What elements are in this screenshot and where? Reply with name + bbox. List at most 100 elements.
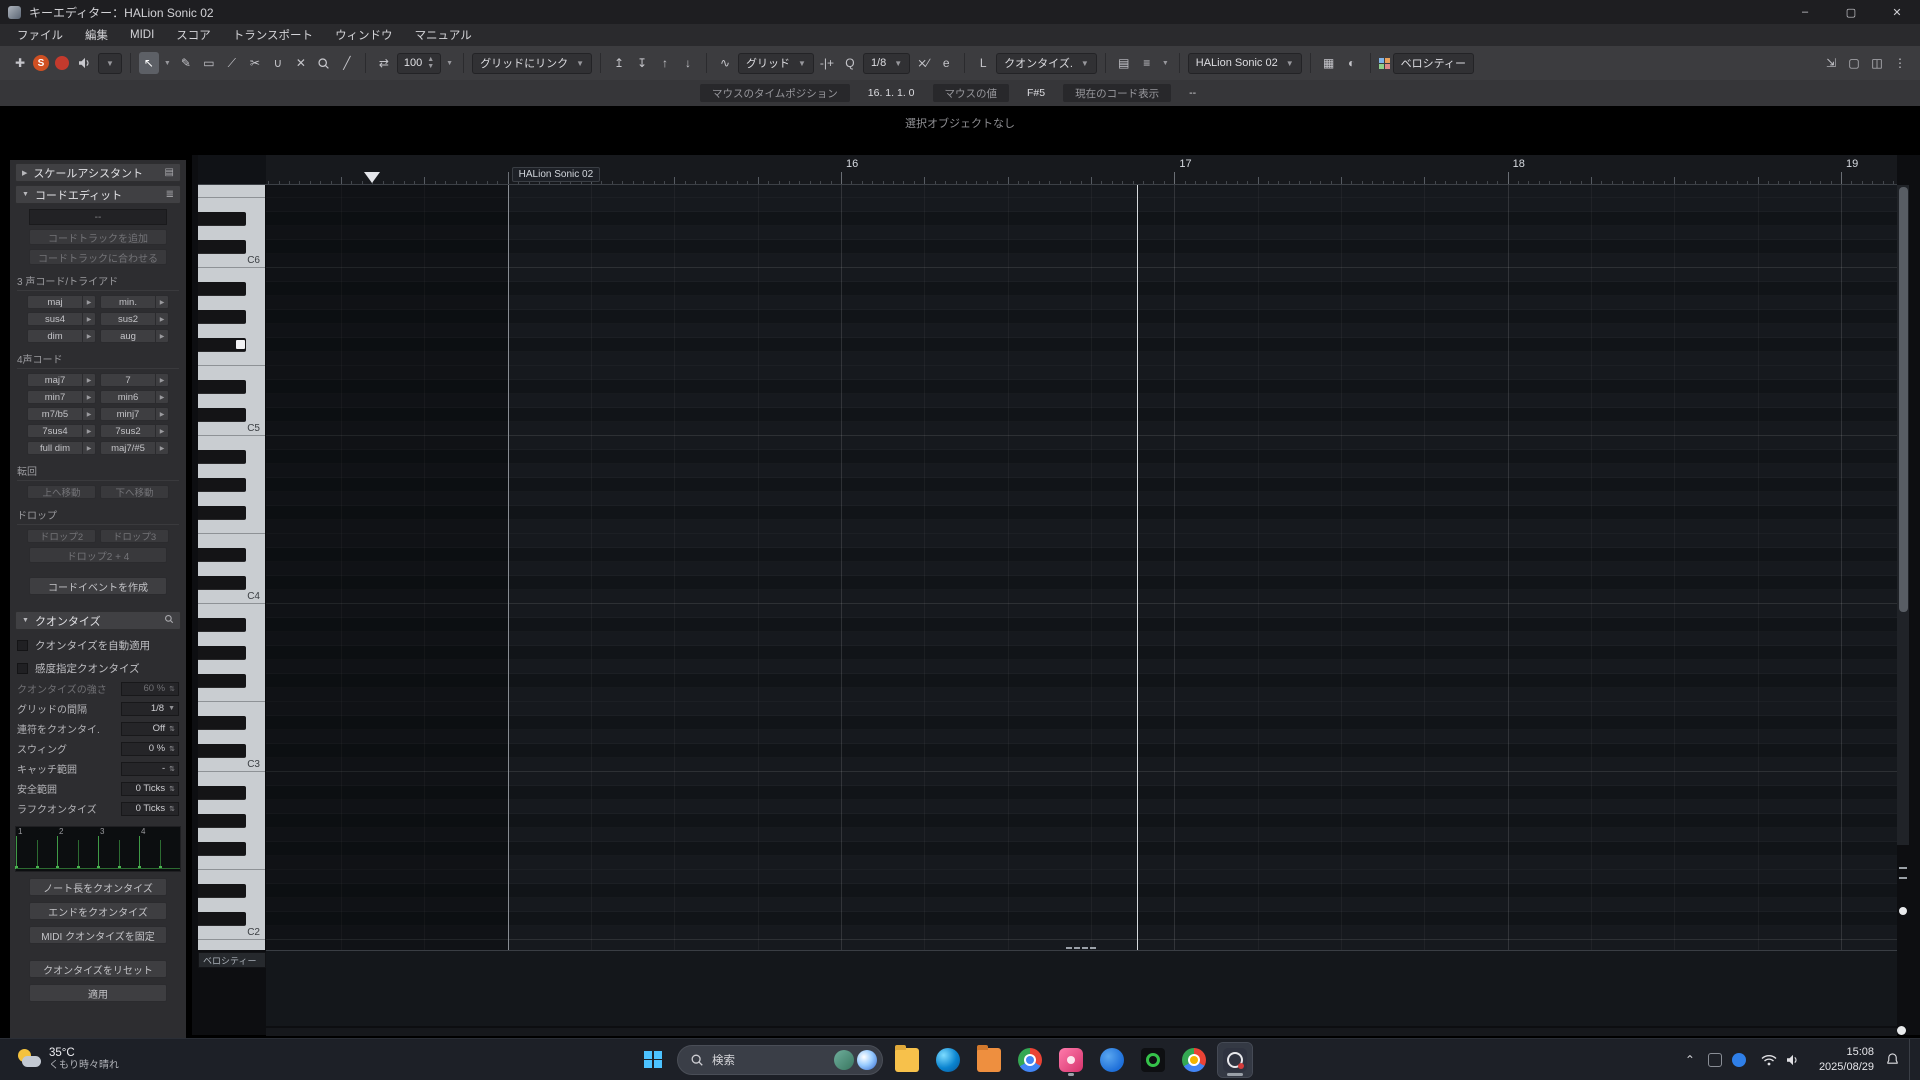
tool-variant-caret-icon[interactable]: ▼: [162, 60, 173, 67]
piano-key-c6[interactable]: C6: [198, 254, 265, 268]
chord-button[interactable]: maj7/#5▶: [100, 441, 169, 455]
menu-item[interactable]: MIDI: [119, 24, 165, 46]
piano-key-as5[interactable]: [198, 282, 246, 296]
chord-button[interactable]: sus4▶: [27, 312, 96, 326]
chord-variant-arrow-icon[interactable]: ▶: [82, 391, 95, 403]
start-button[interactable]: [636, 1043, 670, 1077]
quantize-setting-value[interactable]: Off⇅: [121, 722, 179, 736]
iq-quantize-checkbox[interactable]: [17, 663, 28, 674]
search-highlight-icon[interactable]: [834, 1050, 854, 1070]
chord-button[interactable]: maj▶: [27, 295, 96, 309]
vertical-scrollbar-thumb[interactable]: [1899, 187, 1908, 612]
chord-variant-arrow-icon[interactable]: ▶: [155, 425, 168, 437]
toolbar-options-icon[interactable]: ⋮: [1890, 52, 1910, 74]
piano-key-as3[interactable]: [198, 618, 246, 632]
transpose-down-icon[interactable]: ↓: [678, 52, 698, 74]
trim-tool[interactable]: ⟋: [222, 52, 242, 74]
reset-quantize-button[interactable]: クオンタイズをリセット: [29, 960, 167, 978]
piano-key-fs4[interactable]: [198, 506, 246, 520]
quantize-preset-dropdown[interactable]: 1/8▼: [863, 53, 910, 74]
chord-variant-arrow-icon[interactable]: ▶: [82, 408, 95, 420]
piano-key-cs4[interactable]: [198, 576, 246, 590]
chord-button[interactable]: maj7▶: [27, 373, 96, 387]
piano-key-f3[interactable]: [198, 688, 265, 702]
piano-key-d5[interactable]: [198, 394, 265, 408]
note-grid[interactable]: [266, 185, 1897, 950]
piano-key-e2[interactable]: [198, 870, 265, 884]
piano-key-ds2[interactable]: [198, 884, 246, 898]
piano-key-b5[interactable]: [198, 268, 265, 282]
menu-item[interactable]: スコア: [165, 24, 222, 46]
insert-velocity-value[interactable]: 100: [404, 57, 422, 69]
piano-key-ds3[interactable]: [198, 716, 246, 730]
grid-link-dropdown[interactable]: グリッドにリンク▼: [472, 53, 592, 74]
piano-key-d4[interactable]: [198, 562, 265, 576]
piano-key-c5[interactable]: C5: [198, 422, 265, 436]
ruler-position-marker-icon[interactable]: [364, 172, 380, 183]
chord-variant-arrow-icon[interactable]: ▶: [82, 296, 95, 308]
piano-key-f5[interactable]: [198, 352, 265, 366]
setup-toolbar-icon[interactable]: ✚: [10, 52, 30, 74]
vertical-scrollbar[interactable]: [1897, 185, 1909, 845]
add-chord-track-button[interactable]: コードトラックを追加: [29, 229, 167, 245]
chord-button[interactable]: full dim▶: [27, 441, 96, 455]
chord-button[interactable]: dim▶: [27, 329, 96, 343]
left-zone-toggle-icon[interactable]: ◫: [1867, 52, 1887, 74]
quantize-action-button[interactable]: ノート長をクオンタイズ: [29, 878, 167, 896]
chord-variant-arrow-icon[interactable]: ▶: [155, 374, 168, 386]
close-button[interactable]: ✕: [1874, 0, 1920, 24]
chord-button[interactable]: aug▶: [100, 329, 169, 343]
chord-variant-arrow-icon[interactable]: ▶: [82, 442, 95, 454]
piano-key-e6[interactable]: [198, 198, 265, 212]
chord-button[interactable]: ドロップ2: [27, 529, 96, 543]
menu-item[interactable]: トランスポート: [222, 24, 324, 46]
stepper-icon[interactable]: ⇅: [169, 745, 175, 753]
mouse-time-value[interactable]: 16. 1. 1. 0: [850, 87, 933, 99]
quantize-setting-value[interactable]: 0 Ticks⇅: [121, 782, 179, 796]
open-in-lower-zone-icon[interactable]: ⇲: [1821, 52, 1841, 74]
piano-key-d2[interactable]: [198, 898, 265, 912]
piano-key-b3[interactable]: [198, 604, 265, 618]
grid-mode-icon[interactable]: ∿: [715, 52, 735, 74]
chord-variant-arrow-icon[interactable]: ▶: [155, 296, 168, 308]
piano-key-g4[interactable]: [198, 492, 265, 506]
chord-button[interactable]: m7/b5▶: [27, 407, 96, 421]
taskbar-app-app-green-icon[interactable]: [1136, 1043, 1170, 1077]
iq-icon[interactable]: e: [936, 52, 956, 74]
chord-variant-arrow-icon[interactable]: ▶: [155, 330, 168, 342]
quantize-setting-value[interactable]: 0 Ticks⇅: [121, 802, 179, 816]
chord-button[interactable]: 上へ移動: [27, 485, 96, 499]
zoom-tool[interactable]: [314, 52, 334, 74]
time-display-icon[interactable]: ◐: [1342, 52, 1362, 74]
quantize-grid-display[interactable]: 1234: [15, 826, 181, 872]
timeline-ruler[interactable]: 16171819HALion Sonic 02: [266, 155, 1897, 185]
menu-item[interactable]: ウィンドウ: [324, 24, 404, 46]
piano-key-g5[interactable]: [198, 324, 265, 338]
piano-key-a5[interactable]: [198, 296, 265, 310]
taskbar-app-folder-orange-icon[interactable]: [972, 1043, 1006, 1077]
dropdown-caret-icon[interactable]: ▼: [168, 705, 175, 712]
chord-button[interactable]: min6▶: [100, 390, 169, 404]
chord-variant-arrow-icon[interactable]: ▶: [82, 374, 95, 386]
line-tool[interactable]: ╱: [337, 52, 357, 74]
piano-key-gs3[interactable]: [198, 646, 246, 660]
piano-key-gs5[interactable]: [198, 310, 246, 324]
quantize-setting-value[interactable]: -⇅: [121, 762, 179, 776]
split-tool[interactable]: ✂: [245, 52, 265, 74]
taskbar-app-app-blue-icon[interactable]: [1095, 1043, 1129, 1077]
mouse-value[interactable]: F#5: [1009, 87, 1063, 99]
apply-quantize-button[interactable]: 適用: [29, 984, 167, 1002]
piano-key-b2[interactable]: [198, 772, 265, 786]
quantize-setting-value[interactable]: 0 %⇅: [121, 742, 179, 756]
piano-key-ds5[interactable]: [198, 380, 246, 394]
piano-key-cs2[interactable]: [198, 912, 246, 926]
insert-velocity-field[interactable]: 100 ▲▼: [397, 53, 441, 74]
apply-quantize-icon[interactable]: ⨯∕: [913, 52, 933, 74]
chord-button[interactable]: minj7▶: [100, 407, 169, 421]
velocity-lane-label[interactable]: ベロシティー: [198, 952, 266, 968]
piano-key-c3[interactable]: C3: [198, 758, 265, 772]
stepper-icon[interactable]: ⇅: [169, 765, 175, 773]
piano-key-d6[interactable]: [198, 226, 265, 240]
piano-key-f6[interactable]: [198, 185, 265, 198]
snap-type-icon[interactable]: -|+: [817, 52, 837, 74]
